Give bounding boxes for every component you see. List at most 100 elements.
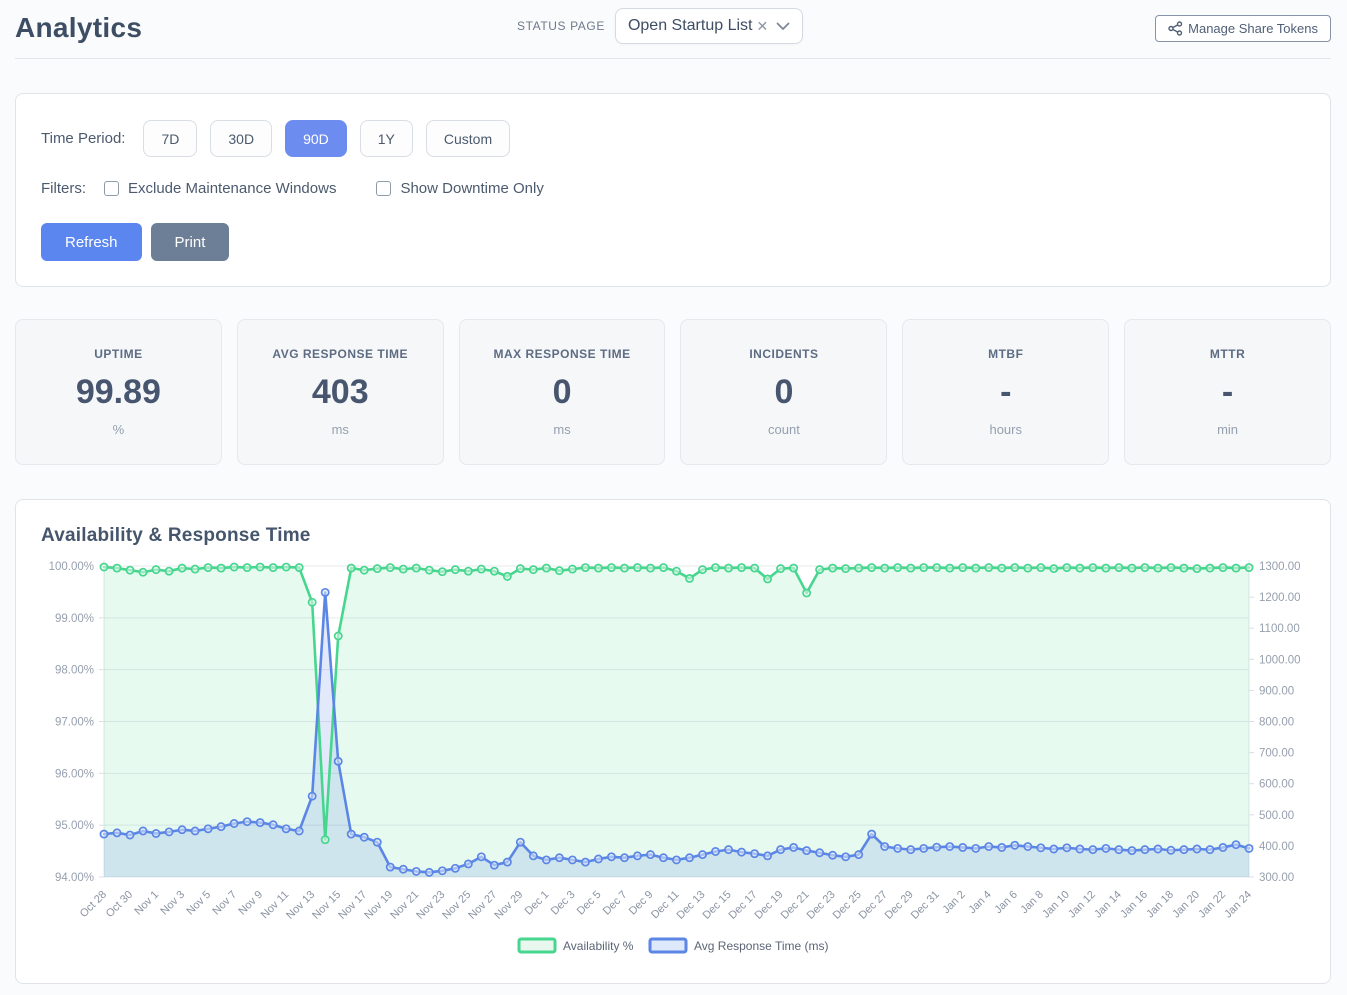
data-point[interactable] [1154,845,1161,852]
data-point[interactable] [803,589,810,596]
data-point[interactable] [933,564,940,571]
data-point[interactable] [387,564,394,571]
data-point[interactable] [569,856,576,863]
data-point[interactable] [270,821,277,828]
legend-item-availability[interactable]: Availability % [519,939,634,953]
data-point[interactable] [152,566,159,573]
data-point[interactable] [374,839,381,846]
time-period-7d[interactable]: 7D [143,120,197,157]
data-point[interactable] [139,569,146,576]
data-point[interactable] [204,564,211,571]
data-point[interactable] [907,564,914,571]
data-point[interactable] [842,853,849,860]
data-point[interactable] [816,566,823,573]
data-point[interactable] [1011,564,1018,571]
data-point[interactable] [1128,847,1135,854]
data-point[interactable] [478,853,485,860]
data-point[interactable] [634,852,641,859]
data-point[interactable] [725,564,732,571]
data-point[interactable] [361,567,368,574]
data-point[interactable] [231,563,238,570]
data-point[interactable] [855,564,862,571]
data-point[interactable] [868,830,875,837]
data-point[interactable] [790,844,797,851]
data-point[interactable] [543,856,550,863]
data-point[interactable] [1232,564,1239,571]
data-point[interactable] [712,848,719,855]
data-point[interactable] [634,564,641,571]
data-point[interactable] [972,845,979,852]
data-point[interactable] [322,836,329,843]
data-point[interactable] [582,858,589,865]
data-point[interactable] [1076,564,1083,571]
data-point[interactable] [439,568,446,575]
status-page-select[interactable]: Open Startup List ✕ [615,8,803,44]
data-point[interactable] [764,852,771,859]
data-point[interactable] [465,568,472,575]
data-point[interactable] [543,564,550,571]
data-point[interactable] [348,830,355,837]
data-point[interactable] [1037,844,1044,851]
data-point[interactable] [387,863,394,870]
data-point[interactable] [1089,846,1096,853]
data-point[interactable] [985,843,992,850]
data-point[interactable] [790,564,797,571]
data-point[interactable] [322,589,329,596]
data-point[interactable] [556,567,563,574]
data-point[interactable] [985,564,992,571]
data-point[interactable] [504,858,511,865]
filter-checkbox-exclude-maintenance-windows[interactable] [104,181,119,196]
data-point[interactable] [907,846,914,853]
data-point[interactable] [218,564,225,571]
data-point[interactable] [959,844,966,851]
data-point[interactable] [894,564,901,571]
data-point[interactable] [204,825,211,832]
data-point[interactable] [621,564,628,571]
data-point[interactable] [1050,845,1057,852]
data-point[interactable] [608,564,615,571]
data-point[interactable] [426,567,433,574]
data-point[interactable] [348,564,355,571]
time-period-90d[interactable]: 90D [285,120,347,157]
data-point[interactable] [270,564,277,571]
data-point[interactable] [1193,565,1200,572]
data-point[interactable] [764,575,771,582]
data-point[interactable] [126,567,133,574]
data-point[interactable] [1011,842,1018,849]
data-point[interactable] [374,565,381,572]
data-point[interactable] [244,818,251,825]
data-point[interactable] [439,867,446,874]
data-point[interactable] [803,847,810,854]
data-point[interactable] [191,827,198,834]
data-point[interactable] [178,826,185,833]
data-point[interactable] [1219,564,1226,571]
data-point[interactable] [296,827,303,834]
data-point[interactable] [530,852,537,859]
data-point[interactable] [257,819,264,826]
data-point[interactable] [113,564,120,571]
data-point[interactable] [933,844,940,851]
time-period-30d[interactable]: 30D [210,120,272,157]
legend-item-response-time[interactable]: Avg Response Time (ms) [650,939,829,953]
clear-selection-icon[interactable]: ✕ [756,18,768,35]
data-point[interactable] [1167,564,1174,571]
data-point[interactable] [608,853,615,860]
data-point[interactable] [1141,846,1148,853]
data-point[interactable] [725,846,732,853]
data-point[interactable] [1232,841,1239,848]
data-point[interactable] [1180,846,1187,853]
data-point[interactable] [881,843,888,850]
data-point[interactable] [283,825,290,832]
data-point[interactable] [218,823,225,830]
data-point[interactable] [309,599,316,606]
data-point[interactable] [335,758,342,765]
data-point[interactable] [1102,845,1109,852]
data-point[interactable] [1037,564,1044,571]
data-point[interactable] [1024,843,1031,850]
data-point[interactable] [777,846,784,853]
data-point[interactable] [465,860,472,867]
data-point[interactable] [972,564,979,571]
print-button[interactable]: Print [151,223,230,261]
data-point[interactable] [1076,845,1083,852]
data-point[interactable] [113,829,120,836]
